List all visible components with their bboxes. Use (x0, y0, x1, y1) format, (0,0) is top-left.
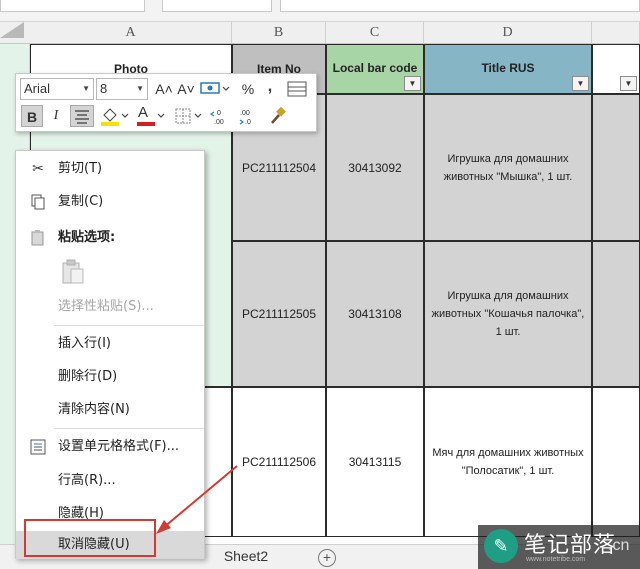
item-no-cell[interactable]: PC211112506 (232, 387, 326, 537)
menu-item-row-height[interactable]: 行高(R)... (16, 467, 204, 495)
filter-dropdown-icon[interactable]: ▼ (404, 76, 421, 91)
column-header-e[interactable] (592, 22, 640, 44)
svg-text:0: 0 (217, 110, 221, 117)
copy-icon (30, 194, 46, 210)
font-size-value: 8 (100, 81, 108, 96)
chevron-down-icon: ▼ (136, 84, 144, 93)
column-header-d[interactable]: D (424, 22, 592, 44)
header-next-column[interactable]: ▼ (592, 44, 640, 94)
extra-cell[interactable] (592, 94, 640, 241)
italic-button[interactable]: I (46, 105, 66, 127)
font-name-value: Arial (24, 81, 51, 96)
formula-bar (0, 0, 640, 22)
formula-input[interactable] (280, 0, 640, 12)
menu-item-format-cells-label: 设置单元格格式(F)... (58, 439, 180, 454)
watermark: ✎ 笔记部落 .cn www.notetribe.com (478, 525, 640, 569)
center-align-button[interactable] (70, 105, 94, 127)
menu-item-copy[interactable]: 复制(C) (16, 188, 204, 216)
highlight-box (24, 519, 156, 557)
column-header-row: A B C D (0, 22, 640, 44)
watermark-suffix: .cn (608, 537, 630, 554)
accounting-format-button[interactable] (198, 78, 232, 100)
decrease-decimal-button[interactable]: .00 .0 (236, 105, 262, 127)
menu-item-copy-label: 复制(C) (58, 194, 104, 209)
filter-dropdown-icon[interactable]: ▼ (572, 76, 589, 91)
currency-icon (200, 82, 230, 94)
menu-item-paste-options-label: 粘贴选项: (58, 230, 116, 245)
bar-code-cell[interactable]: 30413108 (326, 241, 424, 387)
column-header-a[interactable]: A (30, 22, 232, 44)
chevron-down-icon: ▼ (82, 84, 90, 93)
fill-color-button[interactable] (98, 105, 130, 127)
watermark-logo-icon: ✎ (484, 529, 518, 563)
item-no-cell[interactable]: PC211112505 (232, 241, 326, 387)
header-local-bar-code-label: Local bar code (332, 61, 418, 75)
context-menu: ✂ 剪切(T) 复制(C) 粘贴选项: 选择性粘贴(S)... 插入行(I) 删… (15, 150, 205, 559)
font-size-select[interactable]: 8 ▼ (96, 78, 148, 100)
svg-text:.00: .00 (240, 110, 250, 117)
decrease-font-size-button[interactable]: A˅ (176, 78, 196, 100)
column-header-c[interactable]: C (326, 22, 424, 44)
watermark-name: 笔记部落 (524, 533, 617, 558)
format-table-button[interactable] (284, 78, 310, 100)
increase-decimal-icon: 0 .00 (209, 110, 224, 126)
svg-text:.00: .00 (214, 119, 224, 126)
font-name-select[interactable]: Arial ▼ (20, 78, 94, 100)
name-box[interactable] (0, 0, 145, 12)
header-title-rus[interactable]: Title RUS ▼ (424, 44, 592, 94)
menu-item-paste-special[interactable]: 选择性粘贴(S)... (16, 293, 204, 321)
decrease-decimal-icon: .00 .0 (239, 110, 251, 126)
bar-code-cell[interactable]: 30413092 (326, 94, 424, 241)
formula-buttons[interactable] (162, 0, 272, 12)
menu-item-cut[interactable]: ✂ 剪切(T) (16, 155, 204, 183)
title-cell[interactable]: Игрушка для домашних животных "Кошачья п… (424, 241, 592, 387)
title-cell[interactable]: Мяч для домашних животных "Полосатик", 1… (424, 387, 592, 537)
header-local-bar-code[interactable]: Local bar code ▼ (326, 44, 424, 94)
watermark-url: www.notetribe.com (526, 556, 586, 563)
column-header-b[interactable]: B (232, 22, 326, 44)
comma-style-button[interactable]: , (262, 76, 278, 98)
scissors-icon: ✂ (32, 161, 44, 177)
add-sheet-icon[interactable]: + (318, 549, 336, 567)
menu-item-cut-label: 剪切(T) (58, 161, 103, 176)
paste-icon (30, 230, 46, 246)
paste-clipboard-icon[interactable] (58, 258, 86, 286)
bar-code-cell[interactable]: 30413115 (326, 387, 424, 537)
extra-cell[interactable] (592, 387, 640, 537)
menu-item-delete-row[interactable]: 删除行(D) (16, 363, 204, 391)
percent-style-button[interactable]: % (238, 78, 258, 100)
menu-item-clear-contents[interactable]: 清除内容(N) (16, 396, 204, 424)
menu-item-format-cells[interactable]: 设置单元格格式(F)... (16, 433, 204, 461)
select-all-corner[interactable] (0, 22, 24, 38)
fill-color-swatch (101, 122, 119, 126)
border-icon (175, 108, 202, 124)
format-painter-button[interactable] (266, 105, 290, 127)
font-color-icon (137, 113, 165, 126)
bold-button[interactable]: B (21, 105, 43, 127)
font-color-button[interactable]: A (134, 104, 166, 127)
mini-format-toolbar: Arial ▼ 8 ▼ A˄ A˅ % , B I A 0 .00 .00 .0 (15, 73, 317, 132)
table-format-icon (287, 81, 307, 97)
svg-text:.0: .0 (245, 119, 251, 126)
increase-decimal-button[interactable]: 0 .00 (209, 105, 236, 127)
menu-item-paste-options: 粘贴选项: (16, 224, 204, 252)
align-center-icon (75, 110, 89, 124)
extra-cell[interactable] (592, 241, 640, 387)
sheet-tab-sheet2[interactable]: Sheet2 (208, 545, 284, 569)
format-cells-icon (30, 439, 46, 455)
menu-separator (54, 428, 204, 429)
borders-button[interactable] (172, 105, 204, 127)
font-color-swatch (137, 122, 155, 126)
format-painter-icon (271, 106, 286, 124)
menu-separator (54, 325, 204, 326)
title-cell[interactable]: Игрушка для домашних животных "Мышка", 1… (424, 94, 592, 241)
paint-bucket-icon (101, 108, 129, 126)
header-title-rus-label: Title RUS (481, 61, 535, 75)
increase-font-size-button[interactable]: A˄ (154, 78, 174, 100)
menu-item-insert-row[interactable]: 插入行(I) (16, 330, 204, 358)
filter-dropdown-icon[interactable]: ▼ (620, 76, 637, 91)
